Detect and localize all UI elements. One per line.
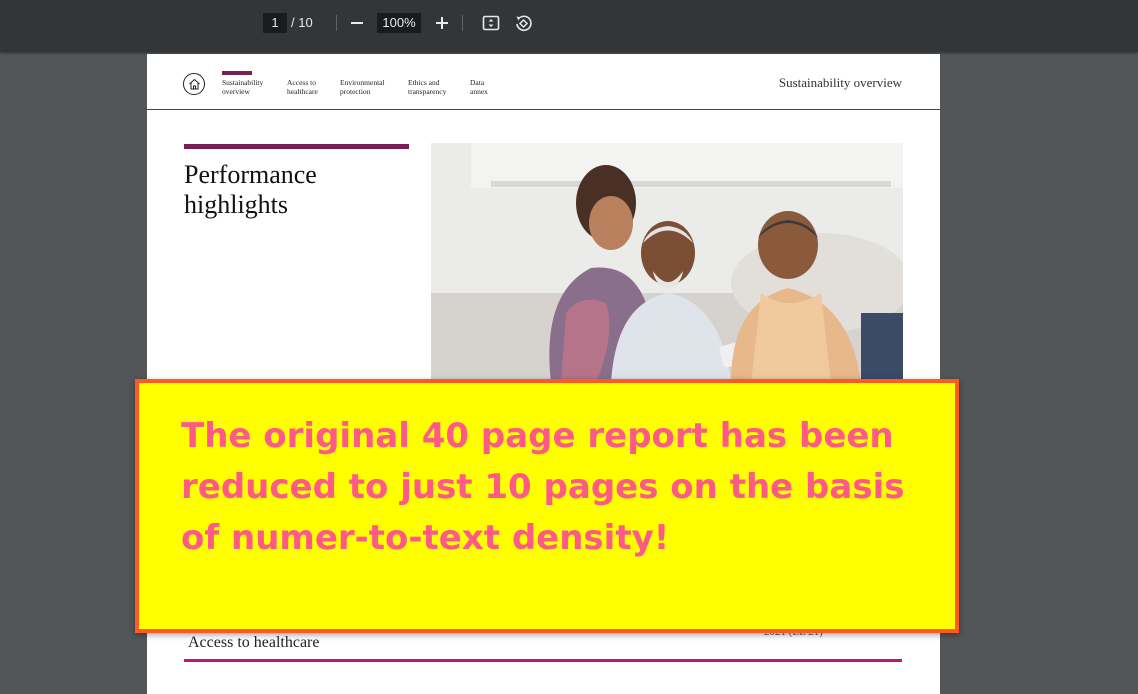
toolbar-divider — [336, 15, 337, 31]
nav-label: Environmental — [340, 78, 385, 87]
section-rule — [184, 659, 902, 662]
home-nav-button[interactable] — [183, 73, 205, 95]
nav-item-sustainability-overview[interactable]: Sustainability overview — [222, 78, 282, 96]
page-total: / 10 — [291, 15, 313, 30]
title-accent-bar — [184, 144, 409, 149]
zoom-out-icon — [351, 22, 363, 24]
banner-line: The original 40 page report has been — [181, 416, 894, 456]
nav-label: healthcare — [287, 87, 318, 96]
zoom-level-input[interactable]: 100% — [377, 13, 421, 33]
nav-label: protection — [340, 87, 371, 96]
nav-label: Data — [470, 78, 485, 87]
zoom-in-button[interactable] — [429, 11, 455, 35]
page-number-input[interactable]: 1 — [263, 13, 287, 33]
header-divider — [147, 109, 940, 110]
nav-item-environmental-protection[interactable]: Environmental protection — [340, 78, 400, 96]
banner-line: of numer-to-text density! — [181, 518, 670, 558]
nav-item-access-to-healthcare[interactable]: Access to healthcare — [287, 78, 347, 96]
banner-text: The original 40 page report has been red… — [181, 411, 921, 564]
nav-label: transparency — [408, 87, 447, 96]
nav-label: overview — [222, 87, 250, 96]
hero-photo — [431, 143, 903, 383]
page-title-line: Performance — [184, 160, 317, 189]
nav-label: Access to — [287, 78, 316, 87]
zoom-in-icon — [436, 17, 448, 29]
page-header-title: Sustainability overview — [778, 75, 902, 90]
section-heading: Access to healthcare — [188, 634, 320, 651]
nav-item-data-annex[interactable]: Data annex — [470, 78, 530, 96]
nav-label: Ethics and — [408, 78, 440, 87]
fit-page-icon — [482, 15, 500, 31]
nav-item-ethics-and-transparency[interactable]: Ethics and transparency — [408, 78, 468, 96]
page-title-line: highlights — [184, 190, 289, 219]
toolbar-divider — [462, 15, 463, 31]
page-title: Performance highlights — [184, 160, 404, 220]
banner-line: reduced to just 10 pages on the basis — [181, 467, 905, 507]
pdf-toolbar: 1 / 10 100% — [0, 0, 1138, 52]
rotate-icon — [516, 15, 532, 32]
announcement-banner: The original 40 page report has been red… — [135, 379, 959, 633]
zoom-out-button[interactable] — [344, 11, 370, 35]
nav-label: annex — [470, 87, 488, 96]
home-icon — [188, 78, 200, 90]
nav-label: Sustainability — [222, 78, 264, 87]
nav-active-indicator — [222, 71, 252, 75]
family-photo-illustration — [431, 143, 903, 383]
rotate-button[interactable] — [510, 11, 536, 35]
fit-page-button[interactable] — [478, 11, 504, 35]
